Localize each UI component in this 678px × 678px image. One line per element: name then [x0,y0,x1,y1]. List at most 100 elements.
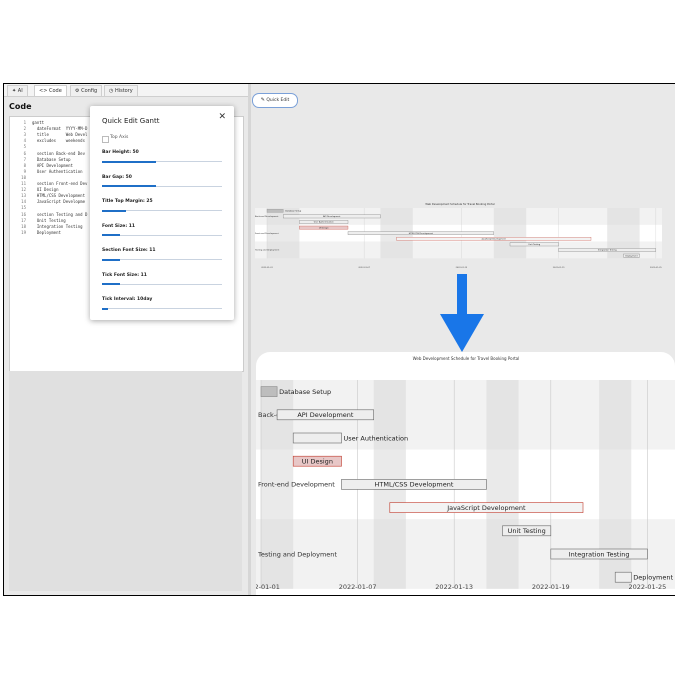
task-label: API Development [323,215,340,218]
slider-fill [102,209,126,212]
top-axis-label: Top Axis [110,135,129,140]
tab-code[interactable]: <> Code [34,85,67,96]
gantt-preview-small: Web Development Schedule for Travel Book… [255,202,662,269]
close-icon[interactable]: ✕ [218,112,226,122]
tick-label: 2022-01-13 [435,583,473,591]
history-icon: ◷ [109,88,114,94]
task-label: Integration Testing [569,550,630,558]
code-line: Unit Testing [32,217,66,223]
top-axis-checkbox[interactable] [102,136,109,143]
line-number: 7 [23,156,26,162]
code-line: UI Design [32,187,59,193]
task-label: User Authentication [344,434,409,442]
task-label: UI Design [319,227,329,229]
slider-track[interactable] [102,258,222,261]
tick-label: 2022-01-07 [358,267,370,269]
task-label: Deployment [625,254,637,257]
tab-bar: ✦ AI <> Code ⚙ Config ◷ History [4,84,248,97]
gantt-chart: Web Development Schedule for Travel Book… [256,356,675,591]
slider-label: Tick Font Size: 11 [102,272,147,278]
pencil-icon: ✎ [260,97,265,103]
task-label: Unit Testing [508,527,546,535]
app-window: ✦ AI <> Code ⚙ Config ◷ History Code 1 ga… [4,84,675,595]
line-number: 14 [21,199,26,205]
task-label: JavaScript Development [481,238,506,241]
line-number: 17 [21,217,26,223]
quick-edit-popup: Quick Edit Gantt ✕ Top Axis Bar Height: … [90,106,234,320]
slider-fill [102,160,156,163]
slider-track[interactable] [102,209,222,212]
slider-label: Section Font Size: 11 [102,248,156,253]
code-line: Integration Testing [32,223,83,229]
tick-label: 2022-01-01 [261,267,273,269]
task-bar [260,386,278,397]
code-line: dateFormat YYYY-MM-D [32,126,88,132]
tick-label: 2022-01-13 [456,267,468,269]
slider-fill [102,283,120,285]
task-label: Unit Testing [528,243,540,246]
slider-track[interactable] [102,160,222,163]
code-line: User Authentication [32,168,83,174]
task-label: Database Setup [285,210,302,213]
section-label: Testing and Deployment [255,249,280,252]
weekend-band [493,208,527,259]
slider-label: Bar Gap: 50 [102,174,132,180]
task-label: HTML/CSS Development [374,481,453,489]
line-number: 12 [21,187,26,193]
tick-label: 2022-01-07 [339,583,377,591]
slider-fill [102,258,120,261]
slider-label: Bar Height: 50 [102,150,139,155]
line-number: 13 [21,193,26,199]
line-number: 15 [21,205,26,211]
task-label: User Authentication [314,221,335,224]
slider-label: Title Top Margin: 25 [102,199,153,204]
tick-label: 2022-01-25 [629,583,667,591]
quick-edit-button[interactable]: ✎ Quick Edit [252,93,298,108]
task-label: Deployment [633,573,673,581]
section-label: Back-end Development [255,215,279,218]
slider-track[interactable] [102,234,222,236]
tab-history[interactable]: ◷ History [104,85,138,96]
code-line: Database Setup [32,156,71,162]
line-number: 10 [21,174,26,180]
chart-title: Web Development Schedule for Travel Book… [413,356,520,361]
line-number: 5 [23,144,26,150]
line-number: 3 [23,132,26,138]
task-label: HTML/CSS Development [409,232,433,235]
task-label: Database Setup [279,388,331,396]
task-bar [266,209,284,213]
code-line: section Front-end Dev [32,181,88,186]
section-label: Front-end Development [255,232,279,235]
tick-label: 2022-01-19 [532,583,570,591]
arrow-down-icon [440,274,484,352]
slider-track[interactable] [102,307,222,310]
tab-ai[interactable]: ✦ AI [7,85,28,96]
task-bar [614,571,632,583]
code-line: Deployment [32,229,61,235]
line-number: 11 [21,181,26,186]
code-line: excludes weekends [32,138,85,144]
slider-track[interactable] [102,185,222,187]
slider-track[interactable] [102,283,222,285]
weekend-band [486,380,519,589]
line-number: 6 [23,150,26,156]
slider-fill [102,307,108,310]
panel-splitter[interactable] [248,84,251,595]
slider-fill [102,234,120,236]
slider-fill [102,185,156,187]
editor-footer-area [9,371,242,591]
line-number: 9 [23,168,26,174]
line-number: 16 [21,211,26,217]
tab-config[interactable]: ⚙ Config [70,85,103,96]
task-bar [292,432,342,444]
task-label: Integration Testing [598,249,617,252]
tick-label: 2022-01-01 [256,583,280,591]
section-label: Testing and Deployment [257,550,337,558]
code-heading: Code [9,102,32,111]
section-label: Front-end Development [258,481,335,489]
line-number: 4 [23,138,26,144]
popup-title: Quick Edit Gantt [102,117,160,125]
line-number: 2 [23,126,26,132]
code-line: section Back-end Dev [32,150,85,156]
sparkle-icon: ✦ [12,88,17,94]
